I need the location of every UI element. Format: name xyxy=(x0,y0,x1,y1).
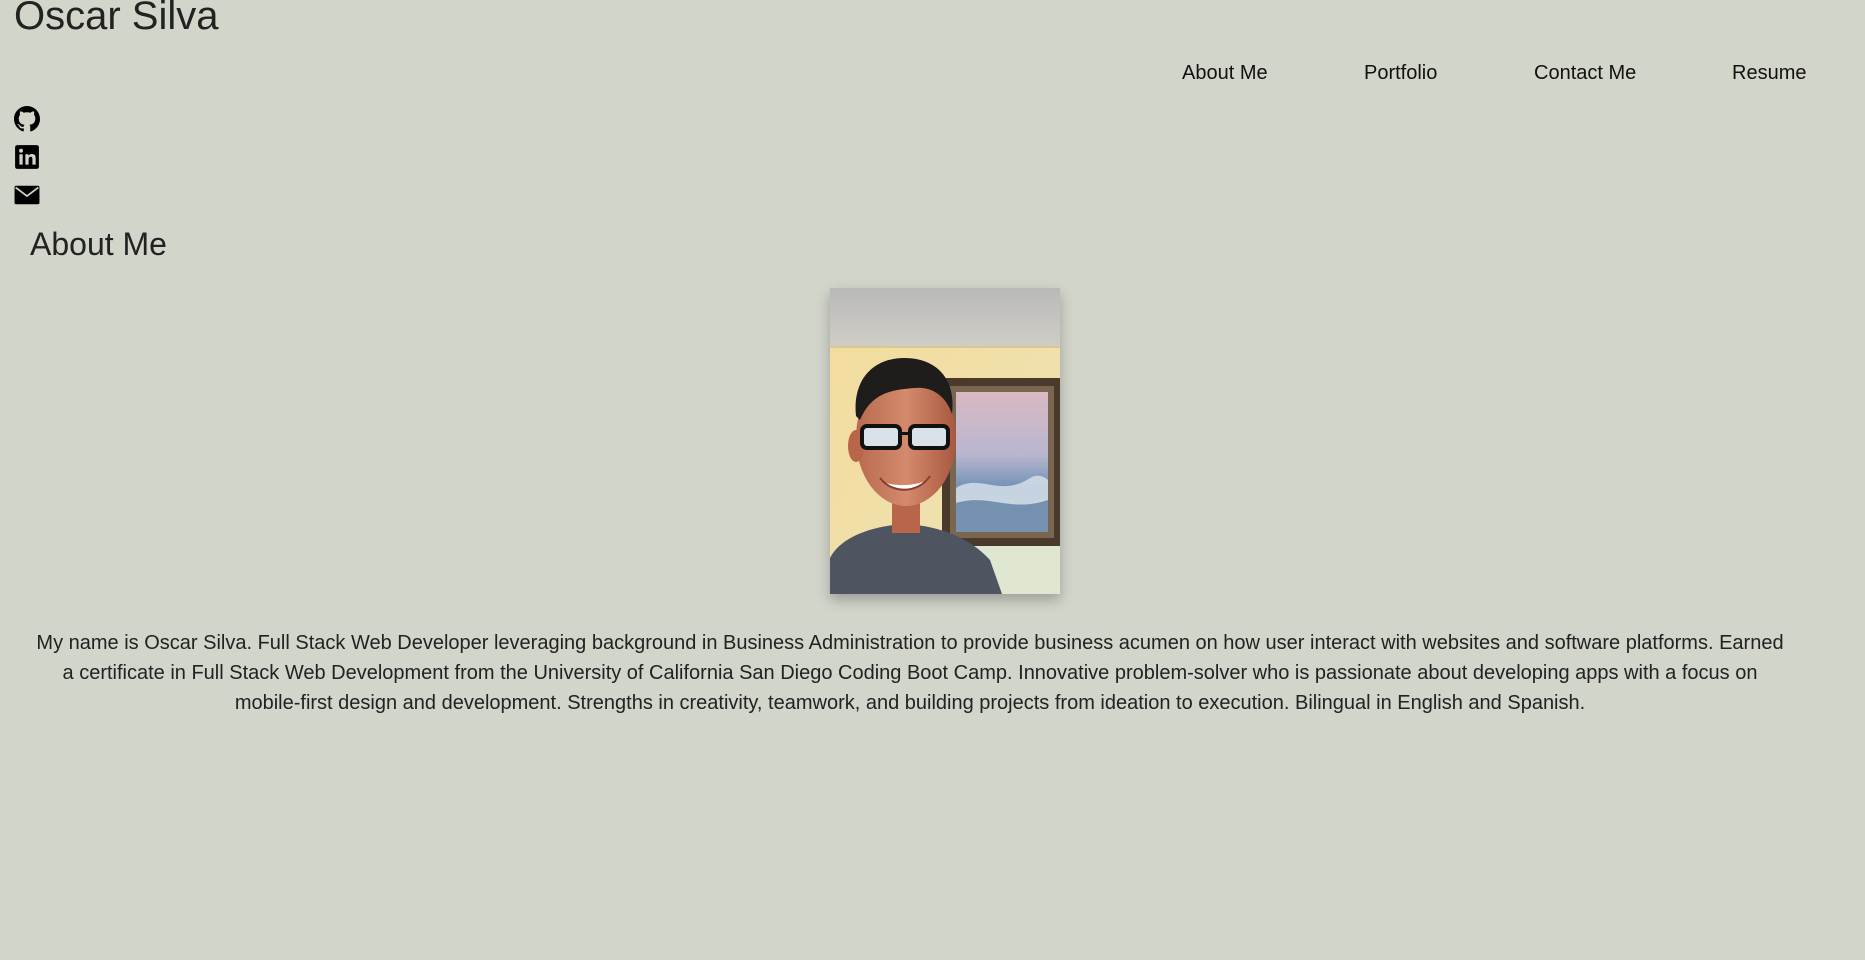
nav-link-contact-me[interactable]: Contact Me xyxy=(1534,62,1636,85)
linkedin-icon[interactable] xyxy=(14,144,40,170)
nav-link-portfolio[interactable]: Portfolio xyxy=(1364,62,1437,85)
main-nav: About Me Portfolio Contact Me Resume xyxy=(1182,62,1822,90)
profile-photo xyxy=(830,288,1060,594)
github-icon[interactable] xyxy=(14,106,40,132)
nav-link-about-me[interactable]: About Me xyxy=(1182,62,1268,85)
about-me-bio: My name is Oscar Silva. Full Stack Web D… xyxy=(36,632,1784,714)
site-title: Oscar Silva xyxy=(14,0,219,38)
envelope-icon[interactable] xyxy=(14,182,40,208)
nav-link-resume[interactable]: Resume xyxy=(1732,62,1806,85)
about-me-heading: About Me xyxy=(30,226,167,262)
social-links xyxy=(14,106,40,220)
